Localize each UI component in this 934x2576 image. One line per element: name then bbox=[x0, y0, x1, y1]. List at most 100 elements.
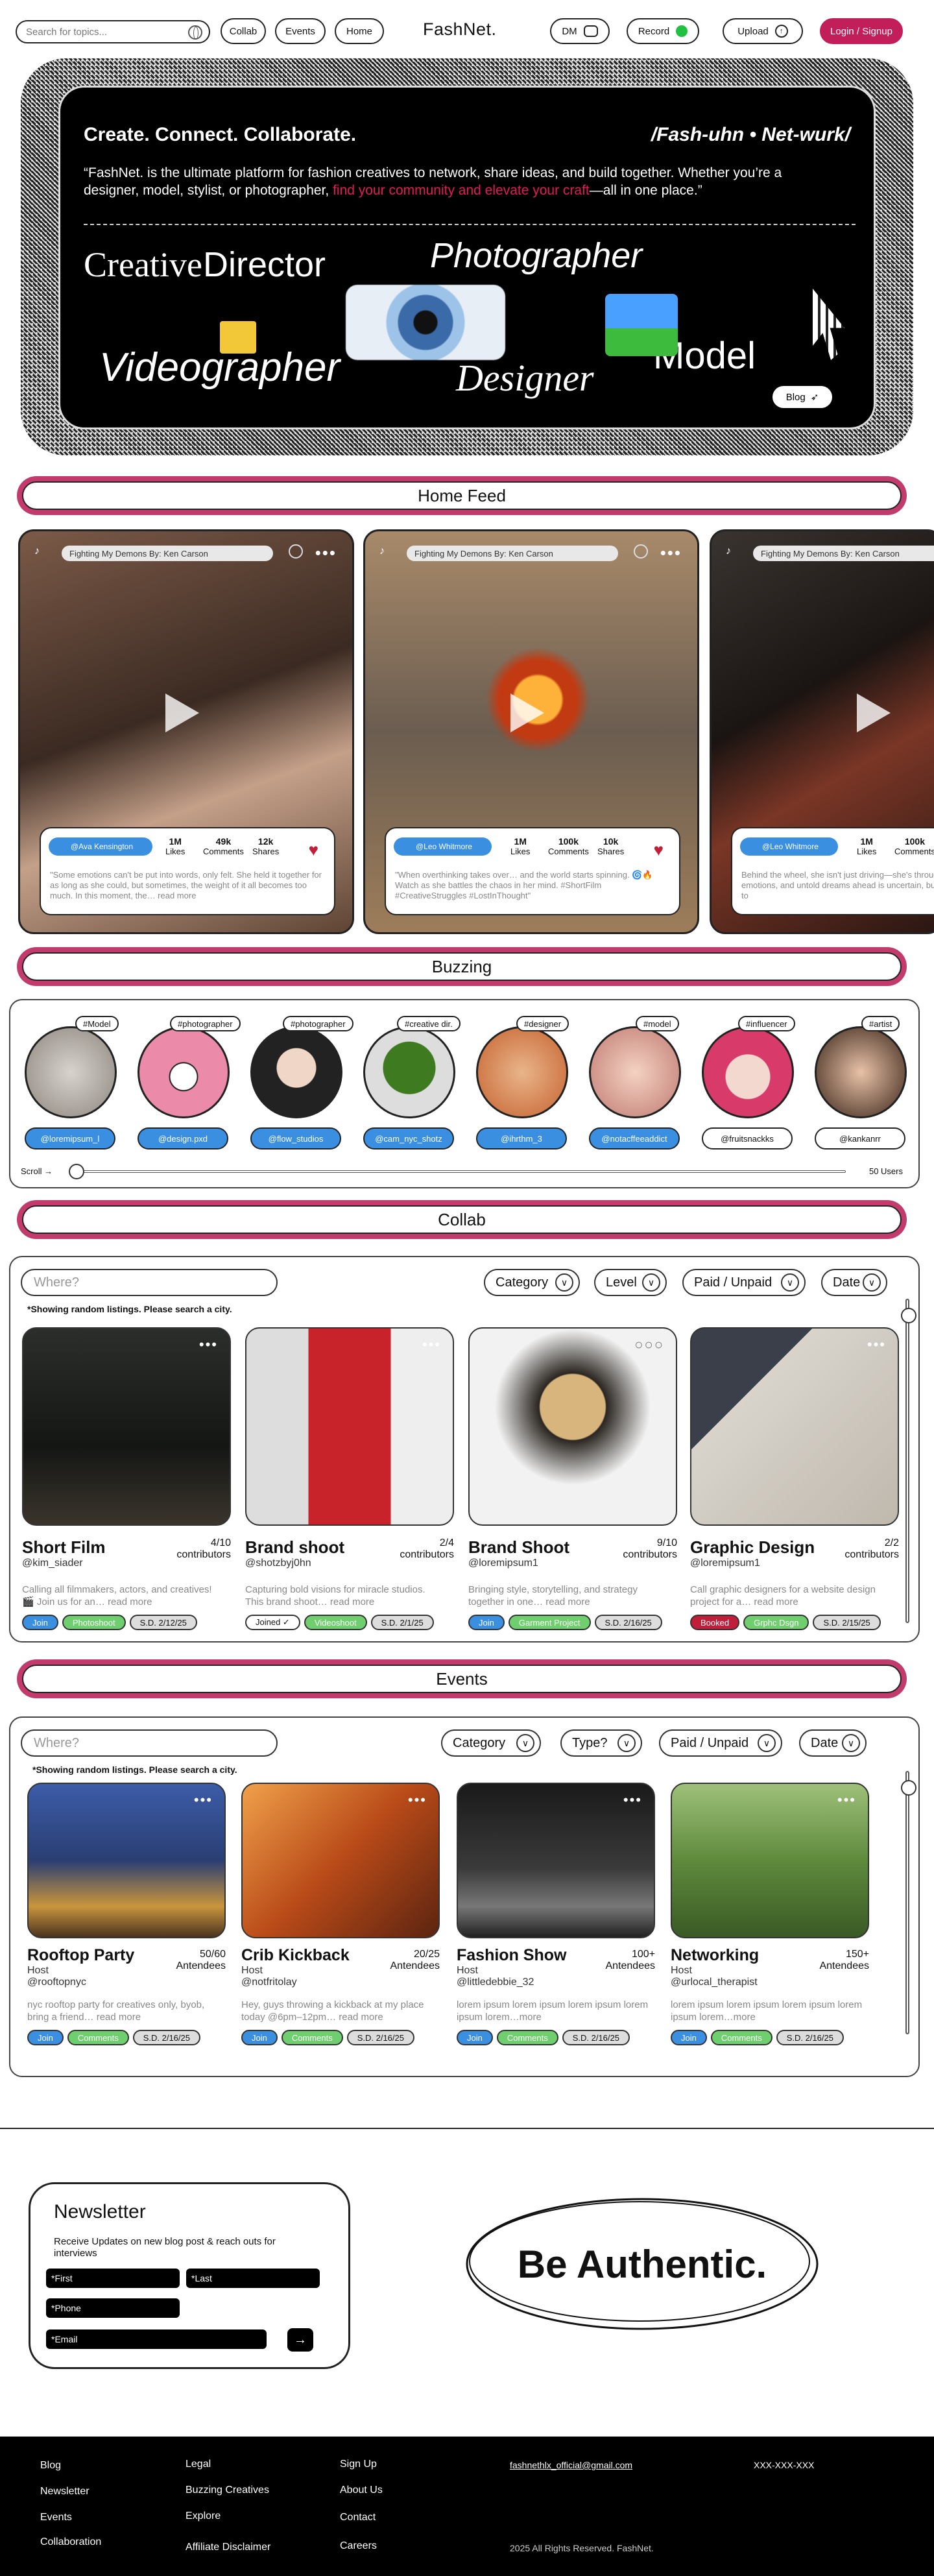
event-listing[interactable]: ••• Crib Kickback 20/25 Antendees Host @n… bbox=[241, 1783, 440, 2045]
nav-events-button[interactable]: Events bbox=[275, 18, 326, 44]
logo[interactable]: FashNet. bbox=[423, 19, 497, 40]
event-host[interactable]: @notfritolay bbox=[241, 1977, 440, 1988]
user-chip[interactable]: @Ava Kensington bbox=[49, 837, 153, 856]
events-date-filter[interactable]: Date ∨ bbox=[799, 1729, 867, 1757]
join-button[interactable]: Join bbox=[468, 1615, 505, 1630]
nav-collab-button[interactable]: Collab bbox=[221, 18, 266, 44]
heart-icon[interactable]: ♥ bbox=[654, 840, 664, 860]
creator-avatar[interactable] bbox=[138, 1026, 230, 1118]
comments-stat[interactable]: 100k Comments bbox=[894, 836, 934, 856]
more-icon[interactable]: ••• bbox=[867, 1336, 886, 1353]
footer-buzzing-link[interactable]: Buzzing Creatives bbox=[186, 2485, 269, 2496]
shares-stat[interactable]: 10k Shares bbox=[597, 836, 624, 856]
footer-collaboration-link[interactable]: Collaboration bbox=[40, 2536, 101, 2548]
more-icon[interactable]: ••• bbox=[408, 1792, 427, 1809]
phone-field[interactable]: *Phone bbox=[46, 2298, 180, 2318]
collab-listing[interactable]: ••• Short Film 4/10 contributors @kim_sia… bbox=[22, 1327, 231, 1630]
events-scrollbar[interactable] bbox=[901, 1771, 916, 2034]
dm-button[interactable]: DM bbox=[550, 18, 610, 44]
event-listing[interactable]: ••• Networking 150+ Antendees Host @urloc… bbox=[671, 1783, 869, 2045]
heart-icon[interactable]: ♥ bbox=[309, 840, 318, 860]
collab-listing[interactable]: ••• Graphic Design 2/2 contributors @lore… bbox=[690, 1327, 899, 1630]
submit-arrow-button[interactable]: → bbox=[287, 2328, 313, 2352]
more-icon[interactable]: ••• bbox=[199, 1336, 218, 1353]
creator-handle[interactable]: @ihrthm_3 bbox=[476, 1127, 567, 1150]
more-icon[interactable]: ••• bbox=[660, 543, 682, 563]
footer-blog-link[interactable]: Blog bbox=[40, 2460, 61, 2472]
search-input[interactable]: Search for topics... bbox=[16, 20, 210, 43]
users-scrollbar[interactable] bbox=[74, 1170, 846, 1173]
shares-stat[interactable]: 12k Shares bbox=[252, 836, 279, 856]
globe-icon[interactable] bbox=[188, 25, 202, 40]
creator-handle[interactable]: @flow_studios bbox=[250, 1127, 341, 1150]
creator-avatar[interactable] bbox=[250, 1026, 342, 1118]
collab-category-filter[interactable]: Category ∨ bbox=[484, 1269, 580, 1296]
collab-paid-filter[interactable]: Paid / Unpaid ∨ bbox=[682, 1269, 806, 1296]
footer-explore-link[interactable]: Explore bbox=[186, 2510, 221, 2522]
login-signup-button[interactable]: Login / Signup bbox=[820, 18, 903, 44]
first-name-field[interactable]: *First bbox=[46, 2269, 180, 2288]
comments-button[interactable]: Comments bbox=[281, 2030, 343, 2045]
collab-where-input[interactable]: Where? bbox=[21, 1269, 278, 1296]
collab-date-filter[interactable]: Date ∨ bbox=[821, 1269, 887, 1296]
footer-events-link[interactable]: Events bbox=[40, 2512, 72, 2523]
scroll-handle[interactable] bbox=[69, 1164, 84, 1179]
join-button[interactable]: Join bbox=[457, 2030, 493, 2045]
joined-button[interactable]: Joined ✓ bbox=[245, 1615, 300, 1630]
more-icon[interactable]: ○○○ bbox=[634, 1336, 664, 1353]
more-icon[interactable]: ••• bbox=[837, 1792, 856, 1809]
creator-handle[interactable]: @notacffeeaddict bbox=[589, 1127, 680, 1150]
play-icon[interactable] bbox=[510, 693, 544, 732]
last-name-field[interactable]: *Last bbox=[186, 2269, 320, 2288]
collab-listing[interactable]: ○○○ Brand Shoot 9/10 contributors @loremi… bbox=[468, 1327, 677, 1630]
comments-stat[interactable]: 49k Comments bbox=[203, 836, 244, 856]
event-listing[interactable]: ••• Rooftop Party 50/60 Antendees Host @r… bbox=[27, 1783, 226, 2045]
collab-scrollbar[interactable] bbox=[901, 1299, 916, 1623]
footer-contact-link[interactable]: Contact bbox=[340, 2512, 376, 2523]
nav-home-button[interactable]: Home bbox=[335, 18, 384, 44]
email-field[interactable]: *Email bbox=[46, 2329, 267, 2349]
creator-avatar[interactable] bbox=[476, 1026, 568, 1118]
event-host[interactable]: @littledebbie_32 bbox=[457, 1977, 655, 1988]
creator-avatar[interactable] bbox=[589, 1026, 681, 1118]
play-icon[interactable] bbox=[857, 693, 891, 732]
blog-button[interactable]: Blog ➶ bbox=[772, 386, 832, 408]
events-where-input[interactable]: Where? bbox=[21, 1729, 278, 1757]
footer-signup-link[interactable]: Sign Up bbox=[340, 2459, 377, 2470]
footer-newsletter-link[interactable]: Newsletter bbox=[40, 2486, 90, 2498]
footer-affiliate-link[interactable]: Affiliate Disclaimer bbox=[186, 2542, 270, 2553]
footer-legal-link[interactable]: Legal bbox=[186, 2459, 211, 2470]
events-category-filter[interactable]: Category ∨ bbox=[441, 1729, 541, 1757]
footer-careers-link[interactable]: Careers bbox=[340, 2540, 377, 2552]
feed-card[interactable]: ♪ Fighting My Demons By: Ken Carson ••• … bbox=[363, 529, 699, 934]
join-button[interactable]: Join bbox=[22, 1615, 58, 1630]
more-icon[interactable]: ••• bbox=[315, 543, 337, 563]
creator-handle[interactable]: @cam_nyc_shotz bbox=[363, 1127, 454, 1150]
play-icon[interactable] bbox=[165, 693, 199, 732]
user-chip[interactable]: @Leo Whitmore bbox=[394, 837, 492, 856]
creator-handle[interactable]: @fruitsnackks bbox=[702, 1127, 793, 1150]
feed-card[interactable]: ♪ Fighting My Demons By: Ken Carson ••• … bbox=[18, 529, 354, 934]
event-host[interactable]: @urlocal_therapist bbox=[671, 1977, 869, 1988]
events-paid-filter[interactable]: Paid / Unpaid ∨ bbox=[659, 1729, 782, 1757]
creator-avatar[interactable] bbox=[25, 1026, 117, 1118]
comments-button[interactable]: Comments bbox=[67, 2030, 129, 2045]
creator-avatar[interactable] bbox=[702, 1026, 794, 1118]
user-chip[interactable]: @Leo Whitmore bbox=[740, 837, 838, 856]
more-icon[interactable]: ••• bbox=[623, 1792, 642, 1809]
footer-about-link[interactable]: About Us bbox=[340, 2485, 383, 2496]
event-listing[interactable]: ••• Fashion Show 100+ Antendees Host @lit… bbox=[457, 1783, 655, 2045]
collab-listing[interactable]: ••• Brand shoot 2/4 contributors @shotzby… bbox=[245, 1327, 454, 1630]
join-button[interactable]: Join bbox=[671, 2030, 707, 2045]
feed-card[interactable]: ♪ Fighting My Demons By: Ken Carson @Leo… bbox=[710, 529, 934, 934]
bookmark-icon[interactable] bbox=[289, 544, 303, 559]
join-button[interactable]: Join bbox=[27, 2030, 64, 2045]
bookmark-icon[interactable] bbox=[634, 544, 648, 559]
record-button[interactable]: Record bbox=[627, 18, 699, 44]
comments-button[interactable]: Comments bbox=[710, 2030, 772, 2045]
more-icon[interactable]: ••• bbox=[422, 1336, 441, 1353]
events-type-filter[interactable]: Type? ∨ bbox=[560, 1729, 642, 1757]
comments-stat[interactable]: 100k Comments bbox=[548, 836, 589, 856]
footer-email[interactable]: fashnethlx_official@gmail.com bbox=[510, 2460, 632, 2470]
upload-button[interactable]: Upload ↑ bbox=[723, 18, 803, 44]
